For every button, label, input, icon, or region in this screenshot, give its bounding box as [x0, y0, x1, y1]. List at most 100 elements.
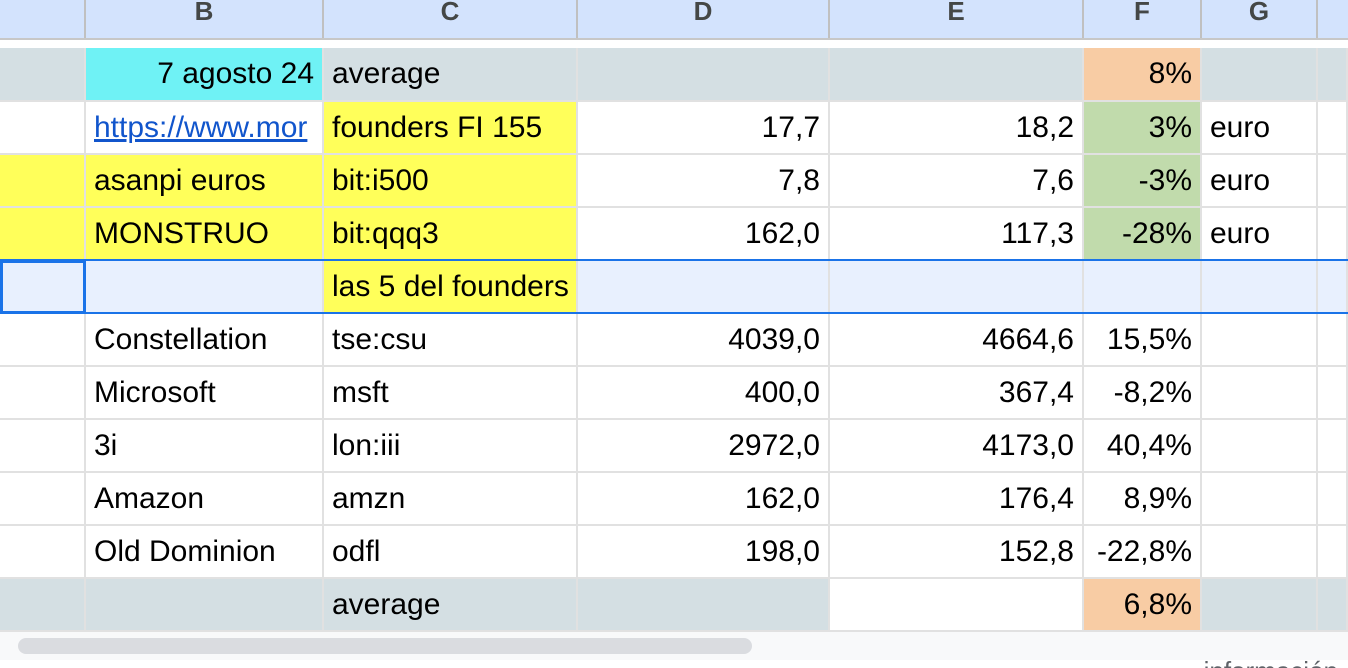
cell[interactable]: [578, 579, 830, 632]
horizontal-scrollbar-thumb[interactable]: [18, 638, 752, 654]
cell[interactable]: [0, 420, 86, 473]
cell-value[interactable]: 367,4: [830, 367, 1084, 420]
cell[interactable]: [830, 579, 1084, 632]
cell[interactable]: [86, 261, 324, 314]
cell-ticker[interactable]: lon:iii: [324, 420, 578, 473]
cell-value[interactable]: 162,0: [578, 208, 830, 261]
cell-ticker[interactable]: msft: [324, 367, 578, 420]
cell[interactable]: [1318, 314, 1348, 367]
cell[interactable]: [0, 579, 86, 632]
column-header-c[interactable]: C: [324, 0, 578, 38]
cell-ticker[interactable]: tse:csu: [324, 314, 578, 367]
cell[interactable]: [830, 48, 1084, 102]
cell-ticker[interactable]: bit:qqq3: [324, 208, 578, 261]
column-header-e[interactable]: E: [830, 0, 1084, 38]
cell-ticker[interactable]: founders FI 155: [324, 102, 578, 155]
table-row-selected: las 5 del founders: [0, 261, 1348, 314]
cell[interactable]: [1084, 261, 1202, 314]
cell[interactable]: [0, 526, 86, 579]
cell-value[interactable]: 117,3: [830, 208, 1084, 261]
cell-ticker[interactable]: amzn: [324, 473, 578, 526]
cell[interactable]: [1318, 473, 1348, 526]
cell-label[interactable]: average: [324, 579, 578, 632]
cell-link[interactable]: https://www.mor: [86, 102, 324, 155]
cell[interactable]: [1318, 261, 1348, 314]
cell-ticker[interactable]: bit:i500: [324, 155, 578, 208]
cell-value[interactable]: 17,7: [578, 102, 830, 155]
cell-percent[interactable]: 3%: [1084, 102, 1202, 155]
cell-label[interactable]: average: [324, 48, 578, 102]
cell-value[interactable]: 18,2: [830, 102, 1084, 155]
cell[interactable]: [1318, 579, 1348, 632]
cell-value[interactable]: 198,0: [578, 526, 830, 579]
cell-name[interactable]: Amazon: [86, 473, 324, 526]
cell-name[interactable]: 3i: [86, 420, 324, 473]
cell-average[interactable]: 8%: [1084, 48, 1202, 102]
cell-ticker[interactable]: odfl: [324, 526, 578, 579]
cell[interactable]: [1318, 367, 1348, 420]
cell-percent[interactable]: -3%: [1084, 155, 1202, 208]
cell-value[interactable]: 4664,6: [830, 314, 1084, 367]
cell-value[interactable]: 4039,0: [578, 314, 830, 367]
column-header-g[interactable]: G: [1202, 0, 1318, 38]
cell[interactable]: [0, 473, 86, 526]
cell-percent[interactable]: -28%: [1084, 208, 1202, 261]
column-header-h[interactable]: [1318, 0, 1348, 38]
cell[interactable]: [1318, 155, 1348, 208]
cell-percent[interactable]: -22,8%: [1084, 526, 1202, 579]
cell-name[interactable]: asanpi euros: [86, 155, 324, 208]
cell[interactable]: [1202, 579, 1318, 632]
cell-value[interactable]: 176,4: [830, 473, 1084, 526]
cell-name[interactable]: Microsoft: [86, 367, 324, 420]
cell[interactable]: [0, 208, 86, 261]
cell-currency[interactable]: euro: [1202, 155, 1318, 208]
cell-percent[interactable]: -8,2%: [1084, 367, 1202, 420]
cell-currency[interactable]: euro: [1202, 208, 1318, 261]
cell[interactable]: [1202, 261, 1318, 314]
cell[interactable]: [1318, 102, 1348, 155]
cell[interactable]: [0, 155, 86, 208]
cell[interactable]: [1202, 473, 1318, 526]
cell[interactable]: [0, 48, 86, 102]
cell-value[interactable]: 7,8: [578, 155, 830, 208]
cell-average[interactable]: 6,8%: [1084, 579, 1202, 632]
cell[interactable]: [830, 261, 1084, 314]
active-cell-selection[interactable]: [0, 260, 86, 314]
cell-percent[interactable]: 15,5%: [1084, 314, 1202, 367]
cell-value[interactable]: 162,0: [578, 473, 830, 526]
cell-percent[interactable]: 8,9%: [1084, 473, 1202, 526]
cell-value[interactable]: 400,0: [578, 367, 830, 420]
section-title-text: las 5 del founders: [332, 269, 569, 303]
column-header-b[interactable]: B: [86, 0, 324, 38]
cell[interactable]: [1202, 367, 1318, 420]
cell[interactable]: [1318, 208, 1348, 261]
cell-name[interactable]: Constellation: [86, 314, 324, 367]
cell[interactable]: [0, 102, 86, 155]
cell[interactable]: [0, 314, 86, 367]
cell-value[interactable]: 152,8: [830, 526, 1084, 579]
cell-value[interactable]: 7,6: [830, 155, 1084, 208]
cell[interactable]: [578, 48, 830, 102]
cell[interactable]: [1318, 526, 1348, 579]
cell-value[interactable]: 4173,0: [830, 420, 1084, 473]
cell-percent[interactable]: 40,4%: [1084, 420, 1202, 473]
cell[interactable]: [1202, 526, 1318, 579]
cell[interactable]: [1202, 48, 1318, 102]
hyperlink[interactable]: https://www.mor: [94, 111, 307, 145]
cell[interactable]: [578, 261, 830, 314]
cell[interactable]: [86, 579, 324, 632]
cell[interactable]: [1318, 48, 1348, 102]
cell-section-title[interactable]: las 5 del founders: [324, 261, 578, 314]
cell-currency[interactable]: euro: [1202, 102, 1318, 155]
cell-name[interactable]: MONSTRUO: [86, 208, 324, 261]
cell[interactable]: [0, 367, 86, 420]
column-header-f[interactable]: F: [1084, 0, 1202, 38]
cell-date[interactable]: 7 agosto 24: [86, 48, 324, 102]
cell[interactable]: [1318, 420, 1348, 473]
cell-name[interactable]: Old Dominion: [86, 526, 324, 579]
cell[interactable]: [1202, 420, 1318, 473]
cell[interactable]: [1202, 314, 1318, 367]
column-header-a[interactable]: [0, 0, 86, 38]
cell-value[interactable]: 2972,0: [578, 420, 830, 473]
column-header-d[interactable]: D: [578, 0, 830, 38]
